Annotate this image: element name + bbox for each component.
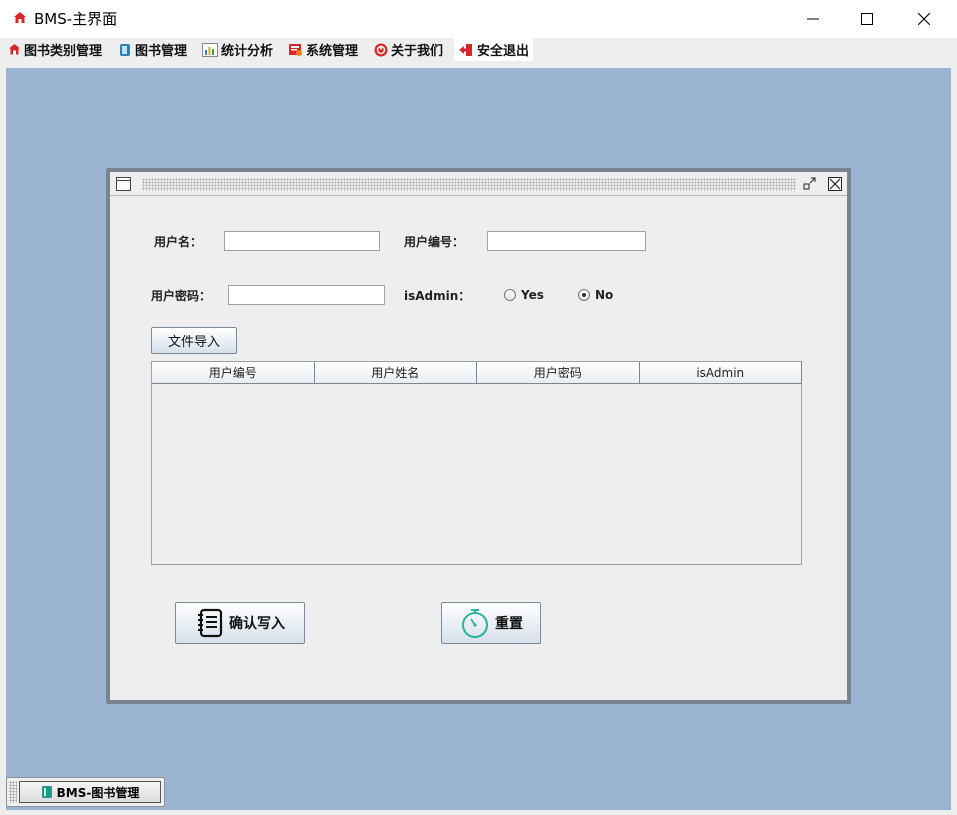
menu-item-book-manage[interactable]: 图书管理	[118, 38, 187, 61]
password-label: 用户密码：	[151, 289, 212, 303]
notebook-icon	[198, 608, 223, 638]
userid-input[interactable]	[487, 231, 646, 251]
restore-icon[interactable]	[803, 177, 817, 191]
radio-yes-dot[interactable]	[504, 289, 516, 301]
confirm-write-button[interactable]: 确认写入	[175, 602, 305, 644]
title-bar-grip	[142, 178, 796, 191]
users-table[interactable]: 用户编号 用户姓名 用户密码 isAdmin	[151, 361, 802, 565]
iconified-frame[interactable]: BMS-图书管理	[6, 777, 165, 807]
internal-frame-body: 用户名： 用户编号： 用户密码： isAdmin： Yes No 文件导入 用户…	[110, 172, 847, 700]
stopwatch-icon	[462, 609, 488, 638]
internal-frame-title-bar[interactable]	[110, 172, 847, 196]
reset-button[interactable]: 重置	[441, 602, 541, 644]
radio-yes[interactable]: Yes	[504, 288, 544, 302]
column-header-username[interactable]: 用户姓名	[314, 362, 477, 384]
frame-icon	[116, 177, 131, 191]
title-bar: BMS-主界面	[0, 0, 957, 38]
menu-label: 统计分析	[221, 44, 274, 59]
book-icon	[41, 786, 52, 798]
close-button[interactable]	[901, 0, 947, 38]
radio-yes-label: Yes	[521, 288, 544, 302]
import-file-button[interactable]: 文件导入	[151, 327, 237, 354]
menu-item-exit[interactable]: 安全退出	[454, 38, 534, 61]
book-icon	[120, 43, 130, 56]
radio-no[interactable]: No	[578, 288, 613, 302]
house-icon	[14, 12, 26, 23]
userid-label: 用户编号：	[404, 235, 465, 249]
internal-frame: 用户名： 用户编号： 用户密码： isAdmin： Yes No 文件导入 用户…	[106, 168, 851, 704]
app-window: BMS-主界面 图书类别管理 图书管理 统计分析 系统管理 关于我们 安全退出 …	[0, 0, 957, 815]
iconified-frame-button[interactable]: BMS-图书管理	[19, 781, 161, 803]
radio-no-label: No	[595, 288, 614, 302]
menu-label: 图书管理	[135, 44, 188, 59]
menu-bar: 图书类别管理 图书管理 统计分析 系统管理 关于我们 安全退出	[0, 38, 957, 61]
menu-item-about[interactable]: 关于我们	[374, 38, 443, 61]
menu-label: 图书类别管理	[24, 44, 103, 59]
house-icon	[9, 44, 20, 55]
window-title: BMS-主界面	[34, 10, 118, 28]
table-header: 用户编号 用户姓名 用户密码 isAdmin	[152, 362, 802, 384]
username-input[interactable]	[224, 231, 380, 251]
maximize-icon	[861, 13, 873, 25]
radio-no-dot[interactable]	[578, 289, 590, 301]
settings-doc-icon	[289, 43, 302, 56]
menu-item-system[interactable]: 系统管理	[288, 38, 358, 61]
exit-icon	[459, 43, 472, 56]
reset-label: 重置	[495, 616, 523, 632]
bar-chart-icon	[202, 42, 218, 57]
menu-item-book-category[interactable]: 图书类别管理	[8, 38, 102, 61]
menu-label: 关于我们	[391, 44, 444, 59]
username-label: 用户名：	[154, 235, 203, 249]
frame-close-icon[interactable]	[828, 177, 842, 191]
password-input[interactable]	[228, 285, 385, 305]
menu-label: 安全退出	[477, 44, 530, 59]
column-header-isadmin[interactable]: isAdmin	[639, 362, 802, 384]
column-header-password[interactable]: 用户密码	[477, 362, 640, 384]
menu-label: 系统管理	[306, 44, 359, 59]
info-circle-icon	[374, 43, 388, 56]
column-header-userid[interactable]: 用户编号	[152, 362, 315, 384]
isadmin-label: isAdmin：	[404, 289, 471, 303]
confirm-write-label: 确认写入	[229, 616, 285, 632]
close-icon	[918, 13, 930, 25]
minimize-icon	[807, 18, 819, 20]
iconified-grip	[9, 781, 17, 803]
minimize-button[interactable]	[790, 0, 836, 38]
menu-item-statistics[interactable]: 统计分析	[202, 38, 273, 61]
iconified-frame-label: BMS-图书管理	[56, 785, 140, 800]
maximize-button[interactable]	[844, 0, 890, 38]
